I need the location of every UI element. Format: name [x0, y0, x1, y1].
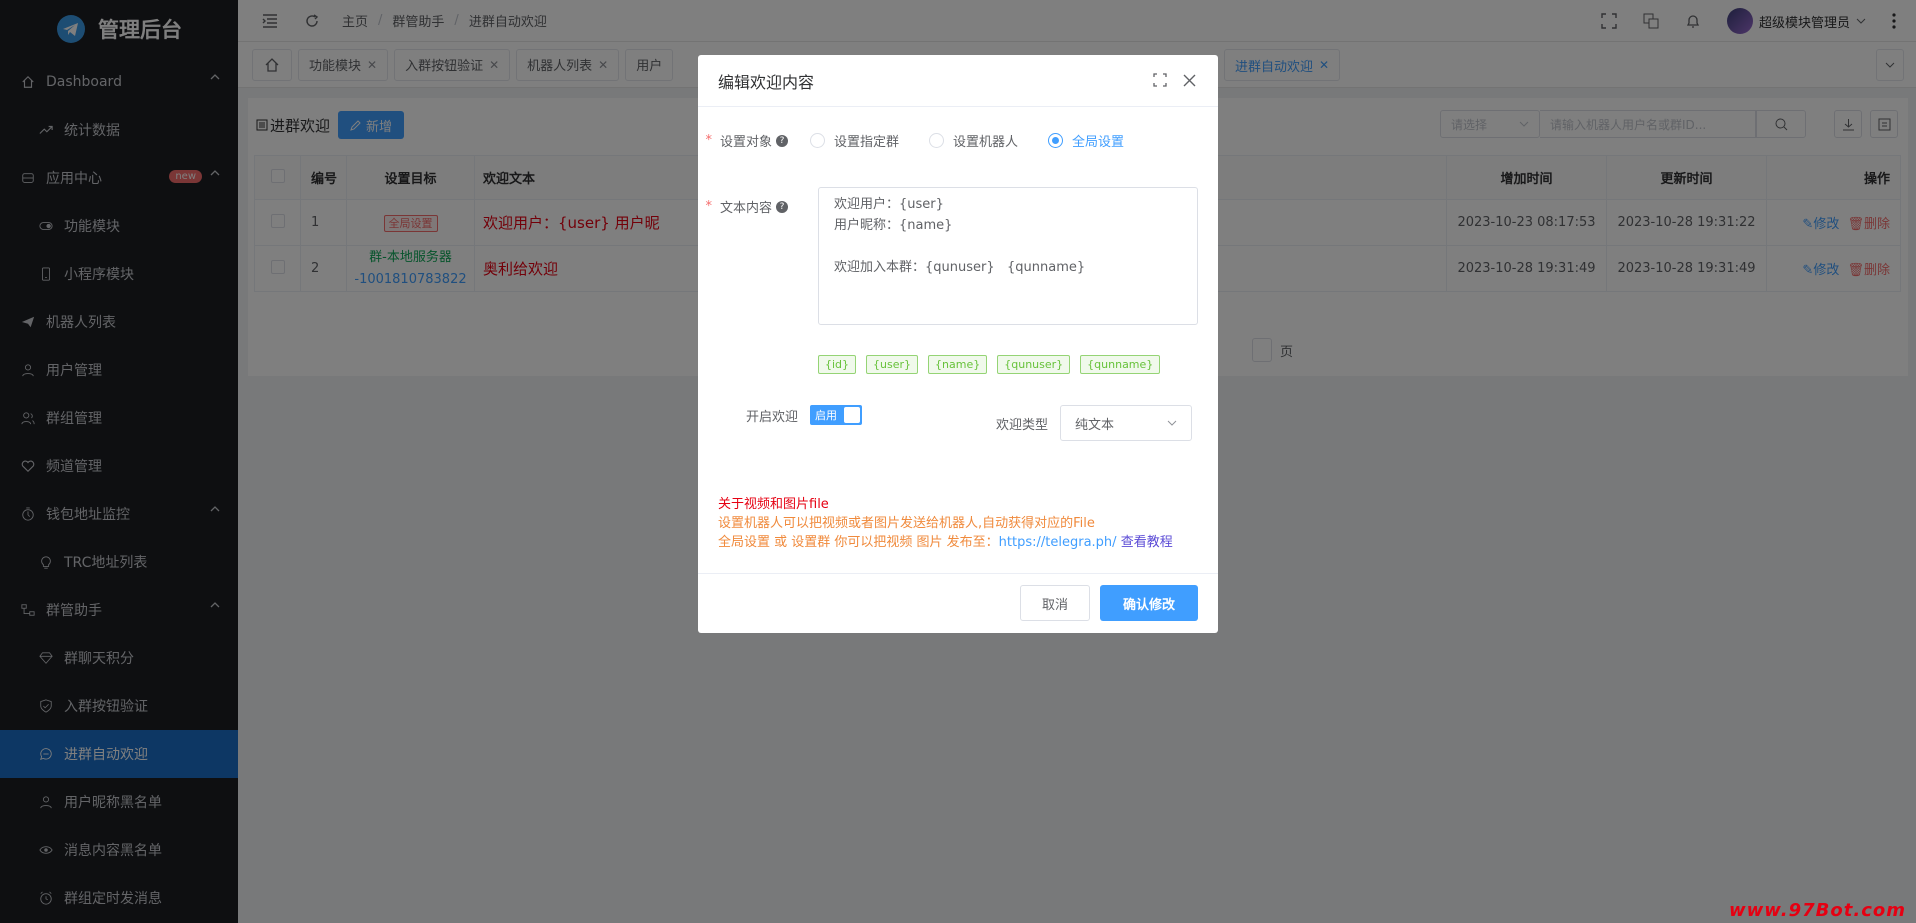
type-label: 欢迎类型 [996, 417, 1049, 433]
variable-tag[interactable]: {qunuser} [997, 355, 1071, 374]
target-label-wrap: * 设置对象? [698, 131, 796, 150]
tutorial-link[interactable]: 查看教程 [1121, 535, 1173, 550]
telegraph-link[interactable]: https://telegra.ph/ [999, 535, 1117, 550]
chevron-down-icon [1167, 420, 1177, 426]
radio-bot[interactable]: 设置机器人 [929, 131, 1018, 150]
radio-circle [929, 133, 945, 148]
variable-tag[interactable]: {name} [928, 355, 988, 374]
variable-tag[interactable]: {id} [818, 355, 857, 374]
variable-tags: {id} {user} {name} {qunuser} {qunname} [818, 355, 1161, 374]
text-form-row: * 文本内容? [698, 197, 796, 216]
required-mark: * [705, 199, 712, 214]
type-select[interactable]: 纯文本 [1060, 405, 1193, 441]
radio-specific-group[interactable]: 设置指定群 [810, 131, 899, 150]
enable-label-wrap: 开启欢迎 [698, 406, 810, 425]
note-title: 关于视频和图片file [718, 497, 829, 512]
text-label-wrap: * 文本内容? [698, 197, 796, 216]
radio-global[interactable]: 全局设置 [1048, 131, 1124, 150]
confirm-button[interactable]: 确认修改 [1100, 585, 1198, 621]
dialog-title: 编辑欢迎内容 [718, 72, 815, 92]
help-icon[interactable]: ? [776, 134, 788, 147]
switch-knob [844, 407, 860, 423]
dialog-header: 编辑欢迎内容 [698, 55, 1218, 107]
required-mark: * [705, 133, 712, 148]
type-value: 纯文本 [1075, 417, 1115, 433]
dialog-footer: 取消 确认修改 [698, 573, 1218, 633]
switch-text: 启用 [815, 409, 837, 422]
target-radio-group: 设置指定群 设置机器人 全局设置 [796, 131, 1154, 150]
welcome-text-textarea[interactable]: 欢迎用户：{user} 用户昵称：{name} 欢迎加入本群：{qunuser}… [818, 187, 1198, 325]
enable-switch[interactable]: 启用 [810, 405, 862, 425]
enable-label: 开启欢迎 [745, 409, 798, 425]
radio-circle [810, 133, 825, 148]
maximize-icon[interactable] [1153, 73, 1167, 87]
edit-welcome-dialog: 编辑欢迎内容 * 设置对象? 设置指定群 设置机器人 全局设置 * 文本内容? 欢迎… [698, 55, 1218, 633]
watermark: www.97Bot.com [1729, 900, 1906, 921]
note-line-2: 全局设置 或 设置群 你可以把视频 图片 发布至：https://telegra… [718, 533, 1173, 552]
cancel-button[interactable]: 取消 [1020, 585, 1090, 621]
target-form-row: * 设置对象? 设置指定群 设置机器人 全局设置 [698, 131, 1154, 150]
enable-form-row: 开启欢迎 启用 [698, 405, 862, 425]
radio-label: 设置指定群 [834, 135, 900, 150]
radio-circle [1048, 133, 1064, 148]
variable-tag[interactable]: {qunname} [1080, 355, 1161, 374]
help-icon[interactable]: ? [776, 200, 788, 213]
target-label: 设置对象 [719, 135, 772, 150]
type-form-row: 欢迎类型 纯文本 [996, 405, 1193, 441]
text-label: 文本内容 [719, 201, 772, 216]
file-notes: 关于视频和图片file 设置机器人可以把视频或者图片发送给机器人,自动获得对应的… [718, 495, 1173, 552]
close-icon[interactable] [1183, 73, 1196, 87]
radio-label: 全局设置 [1072, 135, 1125, 150]
dialog-header-actions [1153, 73, 1196, 87]
note-line-2-prefix: 全局设置 或 设置群 你可以把视频 图片 发布至： [718, 535, 999, 550]
variable-tag[interactable]: {user} [866, 355, 919, 374]
note-line-1: 设置机器人可以把视频或者图片发送给机器人,自动获得对应的File [718, 516, 1095, 531]
radio-label: 设置机器人 [953, 135, 1019, 150]
